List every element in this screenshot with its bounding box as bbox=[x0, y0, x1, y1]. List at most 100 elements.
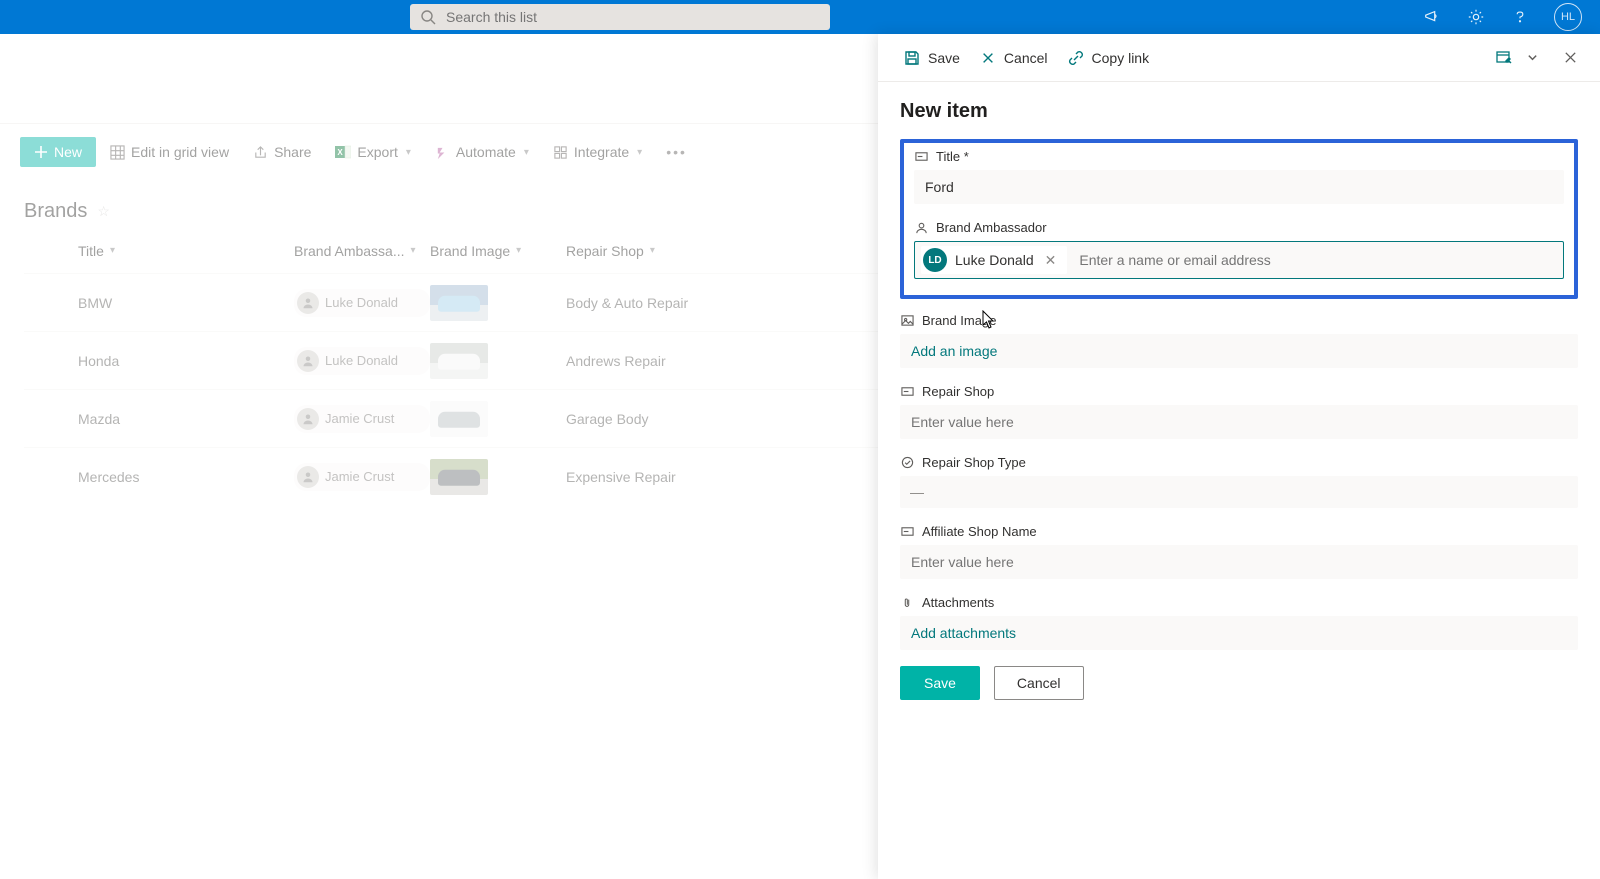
favorite-star-icon[interactable]: ☆ bbox=[97, 203, 110, 220]
add-image-link[interactable]: Add an image bbox=[900, 334, 1578, 368]
chip-name: Luke Donald bbox=[955, 252, 1034, 268]
car-thumbnail[interactable] bbox=[430, 401, 488, 437]
column-header-image[interactable]: Brand Image ▾ bbox=[430, 243, 566, 259]
persona-name: Jamie Crust bbox=[325, 411, 394, 426]
new-item-panel: Save Cancel Copy link bbox=[878, 34, 1600, 879]
app-topbar: HL bbox=[0, 0, 1600, 34]
panel-chevron-down-button[interactable] bbox=[1518, 44, 1546, 72]
chevron-down-icon: ▾ bbox=[411, 245, 416, 256]
people-picker-input[interactable] bbox=[1077, 251, 1557, 269]
share-button[interactable]: Share bbox=[243, 138, 321, 166]
title-input[interactable] bbox=[914, 170, 1564, 204]
help-icon[interactable] bbox=[1510, 7, 1530, 27]
chevron-down-icon: ▾ bbox=[650, 245, 655, 256]
search-input[interactable] bbox=[444, 8, 820, 26]
column-header-title[interactable]: Title ▾ bbox=[24, 243, 294, 259]
persona-chip[interactable]: Jamie Crust bbox=[294, 405, 430, 433]
cancel-button[interactable]: Cancel bbox=[994, 666, 1084, 700]
panel-commandbar: Save Cancel Copy link bbox=[878, 34, 1600, 82]
plus-icon bbox=[34, 145, 48, 159]
field-label-title: Title * bbox=[914, 149, 1564, 164]
edit-in-grid-view[interactable]: Edit in grid view bbox=[100, 138, 239, 166]
chevron-down-icon: ▾ bbox=[110, 245, 115, 256]
panel-save-label: Save bbox=[928, 50, 960, 66]
row-image bbox=[430, 343, 566, 379]
person-field-icon bbox=[914, 221, 928, 235]
save-button[interactable]: Save bbox=[900, 666, 980, 700]
field-brand-ambassador: Brand Ambassador LD Luke Donald ✕ bbox=[914, 220, 1564, 279]
grid-icon bbox=[110, 145, 125, 160]
row-repair-shop: Andrews Repair bbox=[566, 353, 746, 369]
repair-shop-type-label-text: Repair Shop Type bbox=[922, 455, 1026, 470]
integrate-icon bbox=[553, 145, 568, 160]
row-ambassador: Jamie Crust bbox=[294, 405, 430, 433]
row-title[interactable]: BMW bbox=[24, 295, 294, 311]
panel-edit-form-button[interactable] bbox=[1490, 44, 1518, 72]
export-button[interactable]: X Export ▾ bbox=[325, 138, 421, 166]
search-icon bbox=[420, 9, 436, 25]
chip-remove-icon[interactable]: ✕ bbox=[1042, 252, 1060, 269]
affiliate-input[interactable] bbox=[900, 545, 1578, 579]
panel-close-button[interactable] bbox=[1556, 44, 1584, 72]
text-field-icon bbox=[914, 150, 928, 164]
link-icon bbox=[1068, 50, 1084, 66]
search-box[interactable] bbox=[410, 4, 830, 30]
row-title[interactable]: Mercedes bbox=[24, 469, 294, 485]
row-image bbox=[430, 401, 566, 437]
field-label-ambassador: Brand Ambassador bbox=[914, 220, 1564, 235]
row-ambassador: Jamie Crust bbox=[294, 463, 430, 491]
panel-title: New item bbox=[900, 100, 1578, 123]
people-chip[interactable]: LD Luke Donald ✕ bbox=[921, 246, 1067, 274]
settings-icon[interactable] bbox=[1466, 7, 1486, 27]
list-title: Brands bbox=[24, 200, 87, 223]
share-label: Share bbox=[274, 144, 311, 160]
field-repair-shop-type: Repair Shop Type — bbox=[900, 455, 1578, 508]
repair-shop-input[interactable] bbox=[900, 405, 1578, 439]
car-thumbnail[interactable] bbox=[430, 343, 488, 379]
title-label-text: Title * bbox=[936, 149, 969, 164]
ellipsis-icon: ••• bbox=[666, 144, 687, 160]
panel-save-button[interactable]: Save bbox=[894, 44, 970, 72]
panel-copylink-label: Copy link bbox=[1092, 50, 1150, 66]
persona-chip[interactable]: Luke Donald bbox=[294, 289, 430, 317]
car-thumbnail[interactable] bbox=[430, 459, 488, 495]
panel-cancel-label: Cancel bbox=[1004, 50, 1048, 66]
form-actions: Save Cancel bbox=[900, 666, 1578, 700]
automate-button[interactable]: Automate ▾ bbox=[425, 138, 539, 166]
persona-chip[interactable]: Jamie Crust bbox=[294, 463, 430, 491]
row-ambassador: Luke Donald bbox=[294, 289, 430, 317]
row-image bbox=[430, 459, 566, 495]
row-repair-shop: Garage Body bbox=[566, 411, 746, 427]
attachment-icon bbox=[900, 596, 914, 610]
people-picker[interactable]: LD Luke Donald ✕ bbox=[914, 241, 1564, 279]
edit-grid-label: Edit in grid view bbox=[131, 144, 229, 160]
persona-chip[interactable]: Luke Donald bbox=[294, 347, 430, 375]
column-header-ambassador[interactable]: Brand Ambassa... ▾ bbox=[294, 243, 430, 259]
integrate-button[interactable]: Integrate ▾ bbox=[543, 138, 652, 166]
panel-copylink-button[interactable]: Copy link bbox=[1058, 44, 1160, 72]
person-icon bbox=[297, 466, 319, 488]
excel-icon: X bbox=[335, 144, 351, 160]
new-label: New bbox=[54, 144, 82, 160]
automate-label: Automate bbox=[456, 144, 516, 160]
col-rep-label: Repair Shop bbox=[566, 243, 644, 259]
field-label-repair-shop-type: Repair Shop Type bbox=[900, 455, 1578, 470]
column-header-repair-shop[interactable]: Repair Shop ▾ bbox=[566, 243, 746, 259]
user-avatar[interactable]: HL bbox=[1554, 3, 1582, 31]
person-icon bbox=[297, 292, 319, 314]
add-attachments-link[interactable]: Add attachments bbox=[900, 616, 1578, 650]
car-thumbnail[interactable] bbox=[430, 285, 488, 321]
repair-shop-type-value[interactable]: — bbox=[900, 476, 1578, 508]
field-brand-image: Brand Image Add an image bbox=[900, 313, 1578, 368]
field-attachments: Attachments Add attachments bbox=[900, 595, 1578, 650]
row-title[interactable]: Mazda bbox=[24, 411, 294, 427]
more-actions[interactable]: ••• bbox=[656, 138, 697, 166]
new-button[interactable]: New bbox=[20, 137, 96, 167]
topbar-right: HL bbox=[1422, 3, 1590, 31]
persona-name: Jamie Crust bbox=[325, 469, 394, 484]
panel-cancel-button[interactable]: Cancel bbox=[970, 44, 1058, 72]
save-icon bbox=[904, 50, 920, 66]
ambassador-label-text: Brand Ambassador bbox=[936, 220, 1047, 235]
row-title[interactable]: Honda bbox=[24, 353, 294, 369]
megaphone-icon[interactable] bbox=[1422, 7, 1442, 27]
